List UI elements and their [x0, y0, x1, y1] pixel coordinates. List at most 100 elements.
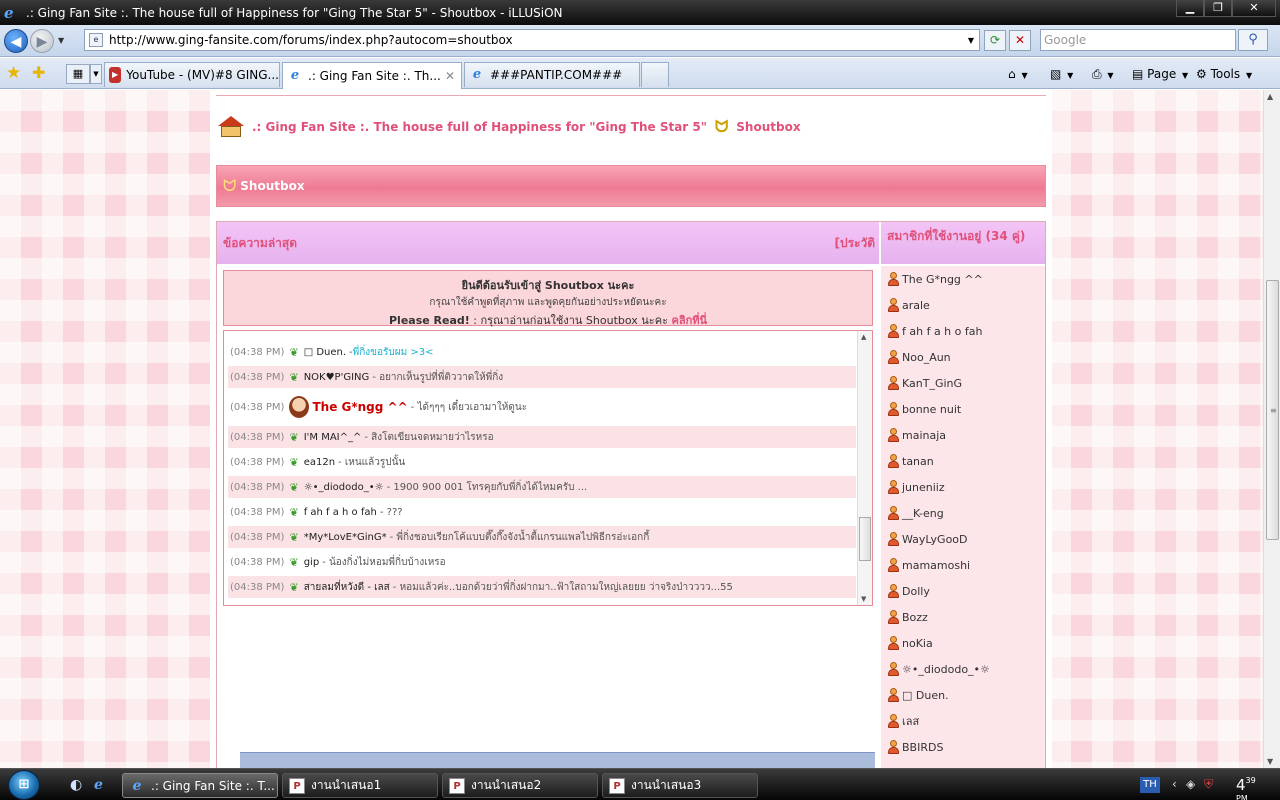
message-time: (04:38 PM)	[230, 481, 285, 493]
member-item[interactable]: mamamoshi	[887, 556, 970, 574]
taskbar-item-presentation1[interactable]: P งานนำเสนอ1	[282, 773, 438, 798]
url-text[interactable]: http://www.ging-fansite.com/forums/index…	[109, 33, 963, 47]
search-input[interactable]: Google	[1040, 29, 1236, 51]
breadcrumb-site-link[interactable]: .: Ging Fan Site :. The house full of Ha…	[252, 120, 707, 134]
scroll-up-icon[interactable]: ▲	[1267, 92, 1273, 101]
message-user[interactable]: f ah f a h o fah	[304, 507, 377, 518]
page-icon: e	[89, 33, 103, 47]
member-item[interactable]: ☼•_diododo_•☼	[887, 660, 990, 678]
member-item[interactable]: f ah f a h o fah	[887, 322, 982, 340]
refresh-button[interactable]: ⟳	[984, 30, 1006, 51]
tab-list-dropdown[interactable]: ▼	[90, 64, 102, 84]
clock[interactable]: 439 PM	[1236, 776, 1256, 800]
page-menu[interactable]: ▤ Page ▼	[1132, 64, 1188, 84]
ie-icon[interactable]: e	[94, 777, 103, 793]
member-item[interactable]: Noo_Aun	[887, 348, 951, 366]
scroll-up-icon[interactable]: ▲	[861, 333, 866, 341]
quick-tabs-button[interactable]: ▦	[66, 64, 90, 84]
add-favorites-icon[interactable]: ✚	[32, 63, 45, 82]
scrollbar-thumb[interactable]: ≡	[1266, 280, 1279, 540]
scrollbar-thumb[interactable]	[859, 517, 871, 561]
quick-launch-icon[interactable]: ◐	[70, 777, 82, 793]
member-item[interactable]: arale	[887, 296, 930, 314]
tab-pantip[interactable]: e ###PANTIP.COM###	[464, 62, 640, 87]
recent-pages-dropdown[interactable]: ▼	[58, 36, 70, 45]
breadcrumb-current[interactable]: Shoutbox	[736, 120, 800, 134]
message-user[interactable]: gip	[304, 557, 319, 568]
member-item[interactable]: __K-eng	[887, 504, 944, 522]
forward-button[interactable]: ▶	[30, 28, 54, 53]
member-item[interactable]: □ Duen.	[887, 686, 949, 704]
user-icon	[887, 584, 899, 598]
page-scrollbar[interactable]: ▲ ≡ ▼	[1263, 90, 1280, 768]
message-user[interactable]: ea12n	[304, 457, 335, 468]
tab-youtube[interactable]: ▶ YouTube - (MV)#8 GING...	[104, 62, 280, 87]
message-time: (04:38 PM)	[230, 581, 285, 593]
message-user[interactable]: ☼•_diododo_•☼	[304, 482, 384, 493]
message-time: (04:38 PM)	[230, 401, 285, 413]
favorites-star-icon[interactable]: ★	[6, 63, 21, 83]
member-item[interactable]: The G*ngg ^^	[887, 270, 983, 288]
message-time: (04:38 PM)	[230, 346, 285, 358]
search-icon[interactable]: ⚲	[1238, 29, 1268, 51]
member-item[interactable]: WayLyGooD	[887, 530, 968, 548]
member-item[interactable]: noKia	[887, 634, 933, 652]
scroll-down-icon[interactable]: ▼	[861, 595, 866, 603]
member-item[interactable]: tanan	[887, 452, 934, 470]
message-user[interactable]: The G*ngg ^^	[312, 400, 407, 414]
user-icon	[887, 532, 899, 546]
tab-label: YouTube - (MV)#8 GING...	[126, 68, 279, 82]
message-user[interactable]: I'M MAI^_^	[304, 432, 362, 443]
message-user[interactable]: *My*LovE*GinG*	[304, 532, 387, 543]
breadcrumb: .: Ging Fan Site :. The house full of Ha…	[216, 116, 801, 138]
member-item[interactable]: bonne nuit	[887, 400, 961, 418]
member-item[interactable]: KanT_GinG	[887, 374, 962, 392]
maximize-button[interactable]: ❐	[1204, 0, 1232, 17]
message-time: (04:38 PM)	[230, 556, 285, 568]
member-item[interactable]: juneniiz	[887, 478, 945, 496]
start-button[interactable]: ⊞	[8, 770, 40, 800]
security-icon[interactable]: ⛨	[1204, 777, 1213, 792]
user-icon	[887, 454, 899, 468]
member-item[interactable]: Bozz	[887, 608, 928, 626]
close-tab-icon[interactable]: ✕	[445, 69, 455, 83]
message-text: - หอมแล้วค่ะ..บอกด้วยว่าพี่กิ่งฝากมา..ฟ้…	[392, 581, 733, 593]
window-controls: ▁ ❐ ✕	[1176, 0, 1276, 17]
address-dropdown-icon[interactable]: ▼	[963, 36, 979, 45]
taskbar-item-presentation3[interactable]: P งานนำเสนอ3	[602, 773, 758, 798]
language-indicator[interactable]: TH	[1140, 777, 1160, 793]
click-here-link[interactable]: คลิกที่นี่	[671, 314, 707, 327]
address-field[interactable]: e http://www.ging-fansite.com/forums/ind…	[84, 29, 980, 51]
new-tab-button[interactable]	[641, 62, 669, 87]
message-row: (04:38 PM) The G*ngg ^^ - ได้ๆๆๆ เดี๋ยวเ…	[228, 391, 856, 423]
tab-ging-fansite[interactable]: e .: Ging Fan Site :. Th... ✕	[282, 62, 462, 89]
home-icon[interactable]: ⌂ ▼	[1008, 64, 1028, 84]
print-icon[interactable]: ⎙ ▼	[1092, 64, 1114, 84]
back-button[interactable]: ◀	[4, 28, 28, 53]
avatar	[289, 396, 310, 418]
tools-menu[interactable]: ⚙ Tools ▼	[1196, 64, 1252, 84]
message-list[interactable]: (04:38 PM) ❦ □ Duen. - พี่กิ่งขอรับผม >3…	[223, 330, 873, 606]
stop-button[interactable]: ✕	[1009, 30, 1031, 51]
message-row: (04:38 PM) ❦ f ah f a h o fah - ???	[228, 501, 856, 523]
close-button[interactable]: ✕	[1232, 0, 1276, 17]
network-icon[interactable]: ◈	[1186, 777, 1195, 791]
member-item[interactable]: BBIRDS	[887, 738, 943, 756]
show-hidden-icons-icon[interactable]: ‹	[1172, 777, 1177, 791]
history-link[interactable]: [ประวัติ	[834, 234, 875, 253]
member-item[interactable]: Dolly	[887, 582, 930, 600]
window-title-bar[interactable]: e .: Ging Fan Site :. The house full of …	[0, 0, 1280, 25]
message-user[interactable]: □ Duen.	[304, 347, 346, 358]
message-time: (04:38 PM)	[230, 531, 285, 543]
message-scrollbar[interactable]: ▲ ▼	[857, 331, 872, 605]
shout-input-area[interactable]	[240, 752, 875, 768]
minimize-button[interactable]: ▁	[1176, 0, 1204, 17]
feeds-icon[interactable]: ▧ ▼	[1050, 64, 1073, 84]
scroll-down-icon[interactable]: ▼	[1267, 757, 1273, 766]
message-user[interactable]: NOK♥P'GING	[304, 372, 370, 383]
taskbar-item-presentation2[interactable]: P งานนำเสนอ2	[442, 773, 598, 798]
member-item[interactable]: mainaja	[887, 426, 946, 444]
member-item[interactable]: เลส	[887, 712, 919, 730]
taskbar-item-browser[interactable]: e .: Ging Fan Site :. T...	[122, 773, 278, 798]
message-user[interactable]: สายลมที่หวังดี - เลส	[304, 580, 390, 595]
